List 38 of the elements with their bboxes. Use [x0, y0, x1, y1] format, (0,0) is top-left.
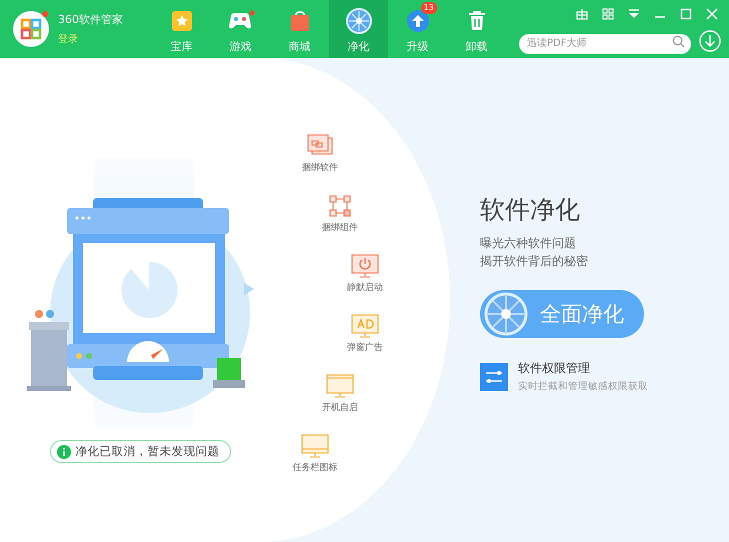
download-icon[interactable]	[699, 30, 721, 52]
sliders-icon[interactable]	[480, 362, 508, 390]
search-icon	[672, 35, 685, 48]
close-icon[interactable]	[706, 8, 718, 20]
login-link[interactable]: 登录	[58, 32, 78, 46]
nav-tab[interactable]: 13 升级	[388, 0, 447, 58]
grid-icon[interactable]	[602, 8, 614, 20]
nav-tab[interactable]: 卸载	[447, 0, 506, 58]
nav-tab[interactable]: 宝库	[152, 0, 211, 58]
description-line: 曝光六种软件问题	[480, 235, 576, 252]
feature-label: 静默启动	[347, 282, 383, 294]
search-field[interactable]: 迅读PDF大师	[519, 34, 691, 54]
info-icon	[56, 444, 70, 458]
description-line: 揭开软件背后的秘密	[480, 253, 588, 270]
fan-icon	[484, 292, 528, 336]
feature-label: 捆绑组件	[322, 222, 358, 234]
monitor-icon	[326, 374, 354, 398]
nav-tab[interactable]: 游戏	[211, 0, 270, 58]
maximize-icon[interactable]	[680, 8, 692, 20]
feature-label: 任务栏图标	[292, 462, 338, 474]
clean-all-button[interactable]: 全面净化	[480, 290, 644, 338]
feature-label: 捆绑软件	[302, 162, 338, 174]
nav-tab[interactable]: 净化	[329, 0, 388, 58]
feature-label: 弹窗广告	[347, 342, 383, 354]
taskbar-monitor-icon	[301, 434, 329, 458]
permission-link[interactable]: 软件权限管理	[518, 360, 648, 377]
power-monitor-icon	[351, 254, 379, 278]
logo-icon	[12, 10, 50, 48]
status-text: 净化已取消，暂未发现问题	[76, 444, 220, 459]
fan-icon	[346, 8, 372, 34]
menu-icon[interactable]	[628, 8, 640, 20]
nav-tab[interactable]: 商城	[270, 0, 329, 58]
app-title: 360软件管家	[58, 12, 123, 27]
update-count-badge: 13	[420, 2, 437, 14]
feature-label: 开机自启	[322, 402, 358, 414]
ad-monitor-icon	[351, 314, 379, 338]
panel-title: 软件净化	[480, 194, 580, 226]
permission-description: 实时拦截和管理敏感权限获取	[518, 380, 648, 393]
